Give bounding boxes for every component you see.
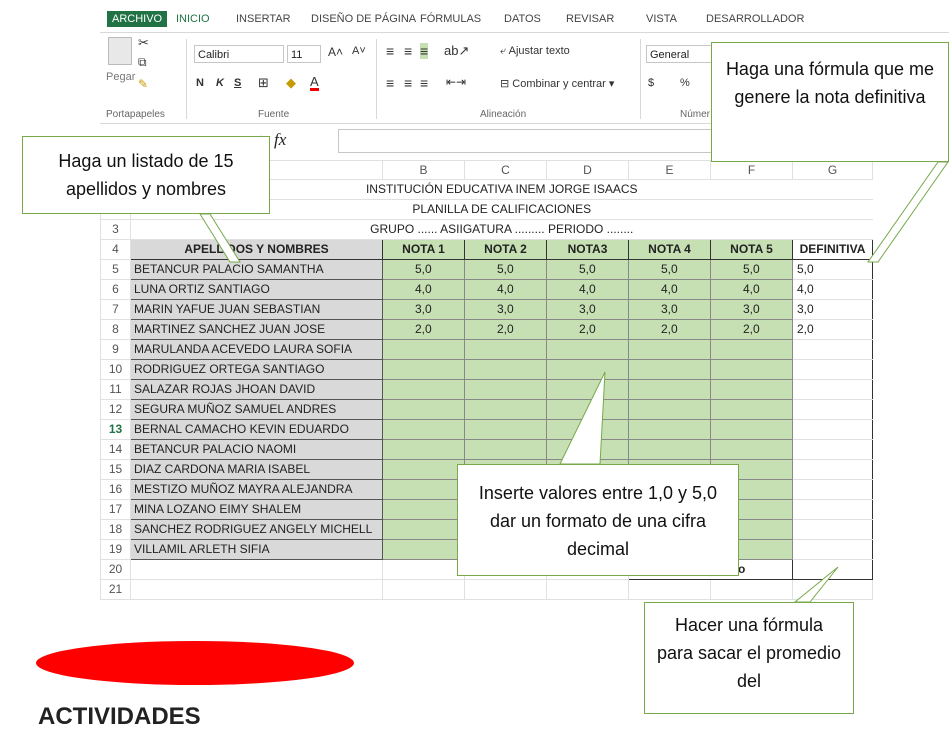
callout-tail-average [793, 566, 839, 603]
callout-tail-names [199, 213, 241, 263]
callout-average: Hacer una fórmula para sacar el promedio… [644, 602, 854, 714]
callout-tail-values [559, 371, 606, 465]
callout-formula: Haga una fórmula que me genere la nota d… [711, 42, 949, 162]
callout-tail-formula [867, 161, 949, 263]
red-ellipse-shape [36, 641, 354, 685]
callout-names: Haga un listado de 15 apellidos y nombre… [22, 136, 270, 214]
footer-heading: ACTIVIDADES [38, 703, 201, 730]
callout-values: Inserte valores entre 1,0 y 5,0 dar un f… [457, 464, 739, 576]
